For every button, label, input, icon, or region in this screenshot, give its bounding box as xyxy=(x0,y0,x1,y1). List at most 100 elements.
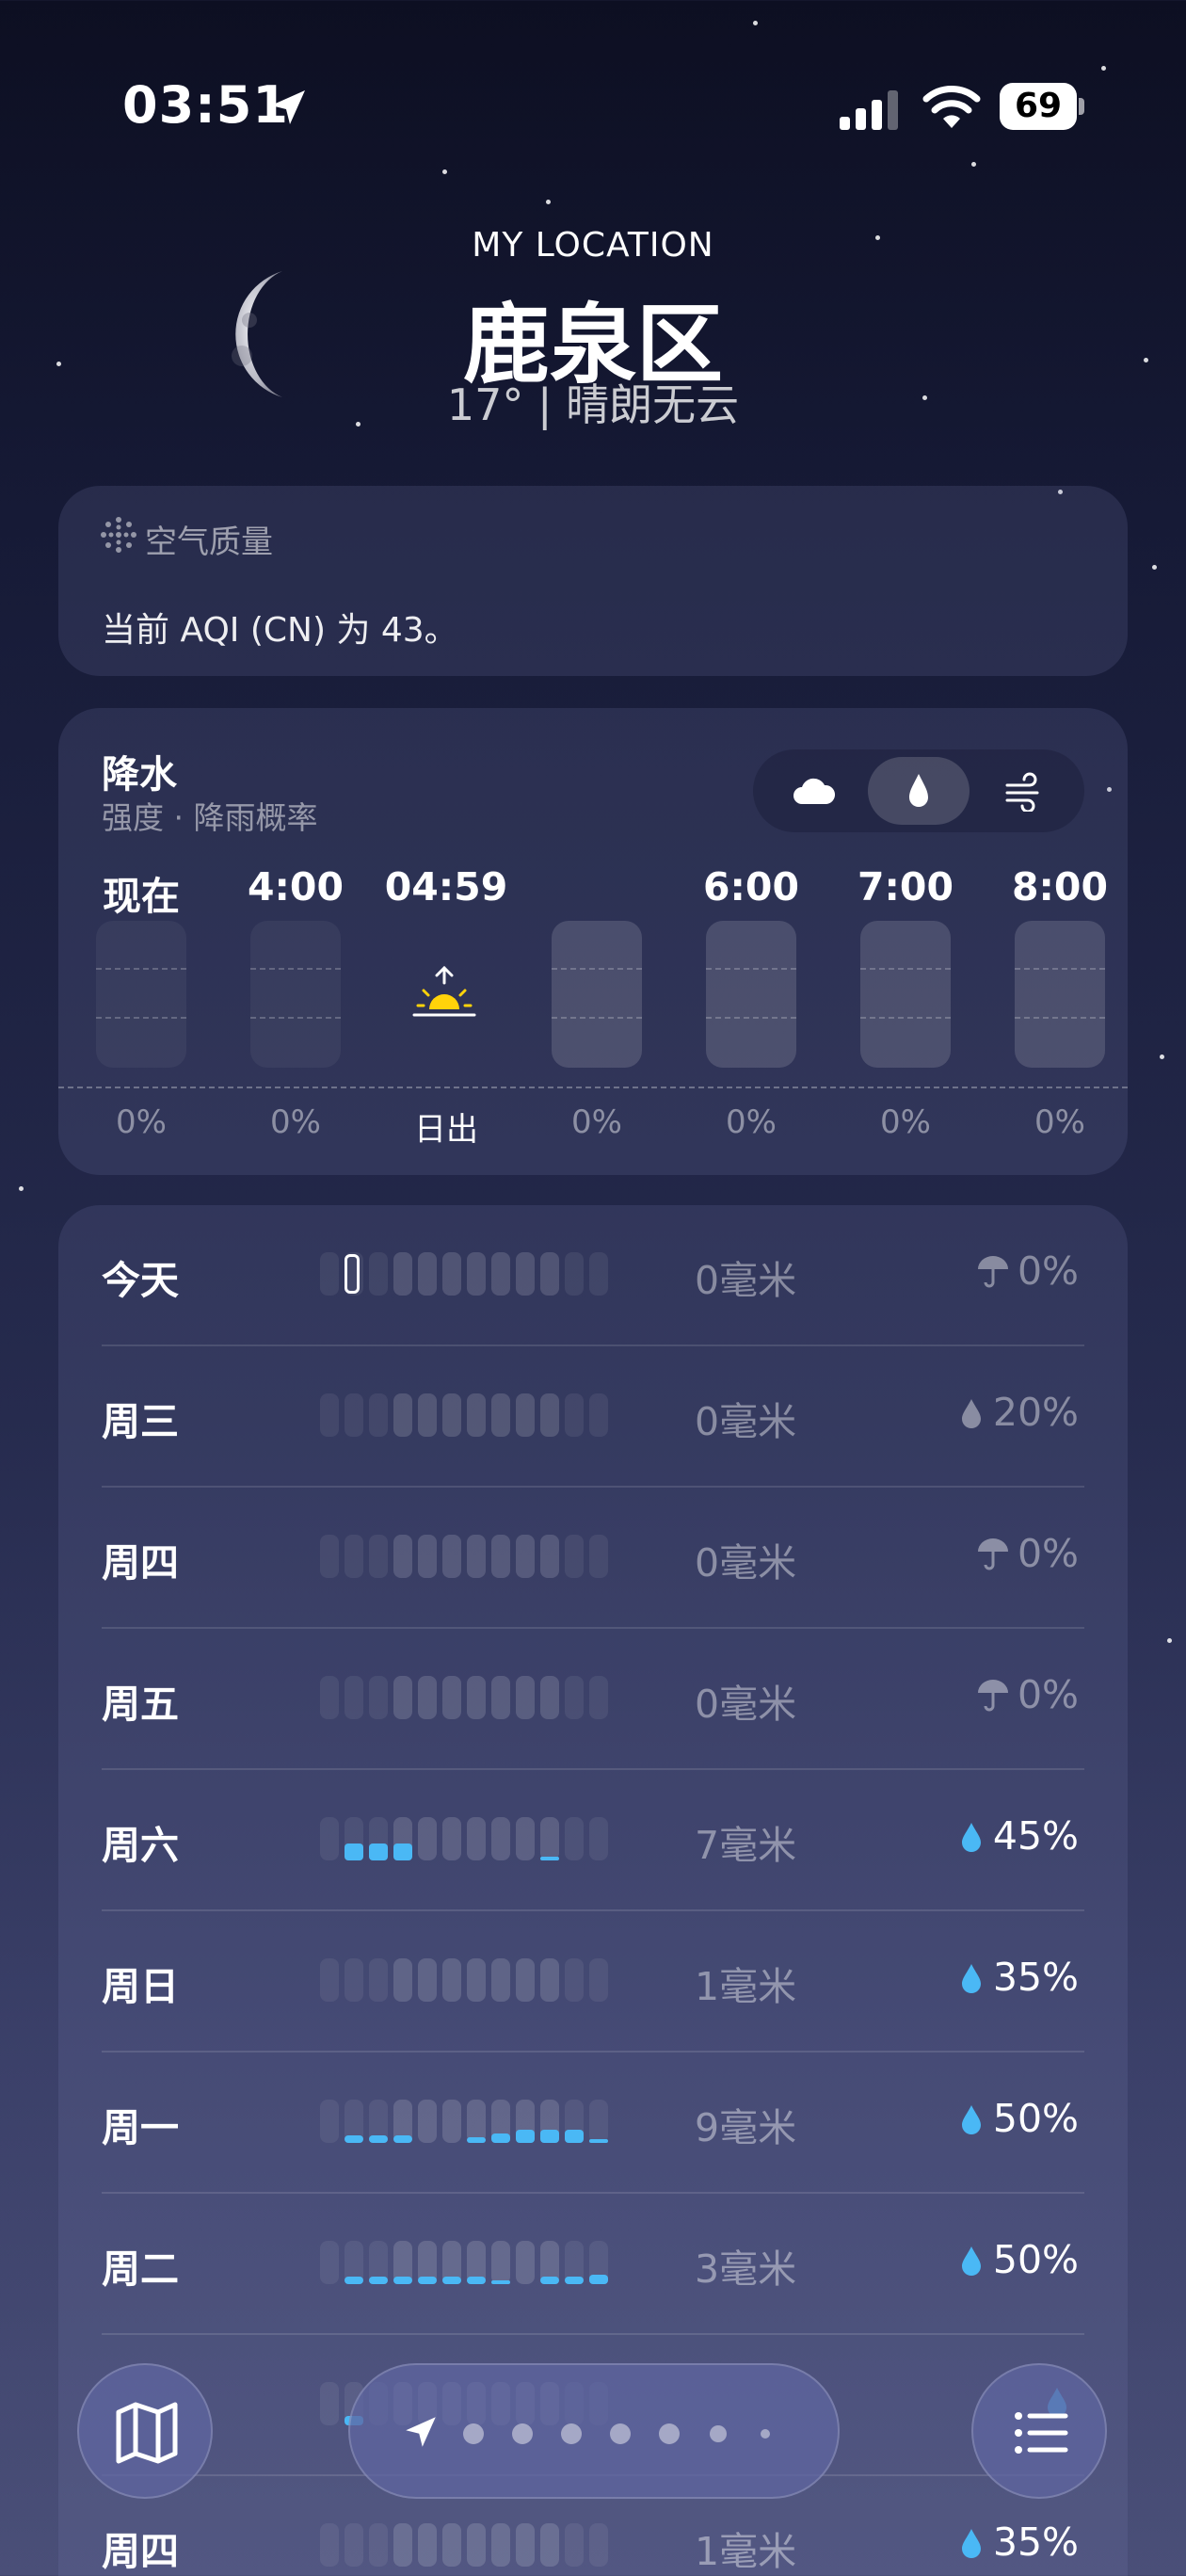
precip-bar xyxy=(589,1817,608,1860)
day-name: 周六 xyxy=(102,1823,179,1868)
hour-label: 现在 xyxy=(103,874,180,919)
raindrop-icon xyxy=(909,774,928,807)
precip-bar xyxy=(418,2241,437,2284)
precip-bar xyxy=(393,2100,412,2143)
precip-bar xyxy=(540,1676,559,1719)
precip-bar xyxy=(418,1958,437,2002)
day-name: 周日 xyxy=(102,1964,179,2009)
hour-precip-bar xyxy=(1015,921,1105,1068)
precip-bar xyxy=(345,2100,363,2143)
precip-bar xyxy=(393,1958,412,2002)
precip-bar xyxy=(565,1535,584,1578)
precip-bar xyxy=(320,1252,339,1296)
precip-bar xyxy=(393,1817,412,1860)
precip-bar xyxy=(320,1958,339,2002)
sunrise-icon xyxy=(412,966,476,1017)
precip-bar xyxy=(467,1252,486,1296)
day-amount: 9毫米 xyxy=(695,2105,797,2150)
precip-bar xyxy=(418,2100,437,2143)
list-icon xyxy=(1015,2412,1068,2454)
precip-bar xyxy=(589,1393,608,1437)
location-list-button[interactable] xyxy=(971,2363,1107,2499)
current-location-icon xyxy=(406,2417,436,2447)
day-name: 周四 xyxy=(102,2529,179,2574)
day-chance: 20% xyxy=(959,1390,1079,1435)
day-name: 周一 xyxy=(102,2105,179,2150)
precip-bar xyxy=(345,2241,363,2284)
precip-bar xyxy=(345,1676,363,1719)
page-dot xyxy=(761,2429,770,2439)
day-chance: 50% xyxy=(959,2096,1079,2141)
daily-row: 周五 0毫米 0% xyxy=(102,1629,1084,1770)
map-layer-selector xyxy=(753,749,1084,832)
hour-label: 4:00 xyxy=(248,864,344,910)
precip-bar xyxy=(565,1817,584,1860)
precip-bar xyxy=(540,1393,559,1437)
precip-bar xyxy=(589,1958,608,2002)
daily-row: 周四 0毫米 0% xyxy=(102,1488,1084,1629)
hour-chance: 0% xyxy=(726,1103,777,1141)
page-dot xyxy=(561,2423,582,2444)
day-name: 周二 xyxy=(102,2246,179,2292)
chance-value: 50% xyxy=(992,2096,1079,2141)
raindrop-icon xyxy=(961,1823,981,1852)
precip-bar xyxy=(516,2523,535,2567)
precip-bar xyxy=(467,2523,486,2567)
page-dot xyxy=(512,2423,533,2444)
daily-precip-bars xyxy=(320,1535,612,1578)
precip-baseline xyxy=(58,1087,1128,1088)
day-amount: 0毫米 xyxy=(695,1399,797,1444)
precip-bar xyxy=(345,1958,363,2002)
precip-bar xyxy=(442,2241,461,2284)
day-amount: 0毫米 xyxy=(695,1258,797,1303)
wind-mode-button[interactable] xyxy=(973,757,1075,825)
precip-bar xyxy=(540,1252,559,1296)
day-chance: 0% xyxy=(976,1672,1079,1717)
page-indicator[interactable] xyxy=(348,2363,840,2499)
daily-row: 今天 0毫米 0% xyxy=(102,1205,1084,1346)
precip-bar xyxy=(516,1958,535,2002)
day-chance: 35% xyxy=(959,2520,1079,2565)
precip-bar xyxy=(540,1535,559,1578)
daily-precip-bars xyxy=(320,2523,612,2567)
cloud-icon xyxy=(793,778,836,804)
hour-label: 04:59 xyxy=(384,864,508,910)
hour-label: 6:00 xyxy=(703,864,799,910)
precip-bar xyxy=(491,2100,510,2143)
precip-bar xyxy=(320,2382,339,2425)
daily-precip-bars xyxy=(320,2241,612,2284)
precip-bar xyxy=(345,2523,363,2567)
precip-bar xyxy=(516,2100,535,2143)
precipitation-mode-button[interactable] xyxy=(868,757,970,825)
precip-bar xyxy=(393,1676,412,1719)
battery-indicator: 69 xyxy=(1000,83,1084,130)
precip-bar xyxy=(540,2523,559,2567)
day-amount: 1毫米 xyxy=(695,1964,797,2009)
precip-bar xyxy=(418,2523,437,2567)
precip-bar xyxy=(491,1535,510,1578)
cloud-mode-button[interactable] xyxy=(762,757,864,825)
precip-bar xyxy=(393,1393,412,1437)
precip-bar xyxy=(320,1535,339,1578)
hour-chance: 0% xyxy=(116,1103,167,1141)
precip-bar xyxy=(467,1535,486,1578)
temperature-condition: 17° | 晴朗无云 xyxy=(446,379,740,430)
precip-bar xyxy=(589,1676,608,1719)
map-button[interactable] xyxy=(77,2363,213,2499)
daily-precip-bars xyxy=(320,2100,612,2143)
wifi-icon xyxy=(922,86,981,128)
day-name: 周四 xyxy=(102,1540,179,1586)
precip-bar xyxy=(491,1817,510,1860)
precip-bar xyxy=(320,1676,339,1719)
air-quality-text: 当前 AQI (CN) 为 43。 xyxy=(102,611,458,650)
chance-value: 0% xyxy=(1017,1672,1079,1717)
precip-bar xyxy=(442,1252,461,1296)
precip-bar xyxy=(320,2100,339,2143)
precip-bar xyxy=(540,2100,559,2143)
wind-icon xyxy=(1005,772,1039,812)
hour-label: 7:00 xyxy=(857,864,954,910)
day-chance: 0% xyxy=(976,1248,1079,1294)
precip-bar xyxy=(418,1535,437,1578)
page-dot xyxy=(710,2425,727,2442)
precip-bar xyxy=(320,1393,339,1437)
